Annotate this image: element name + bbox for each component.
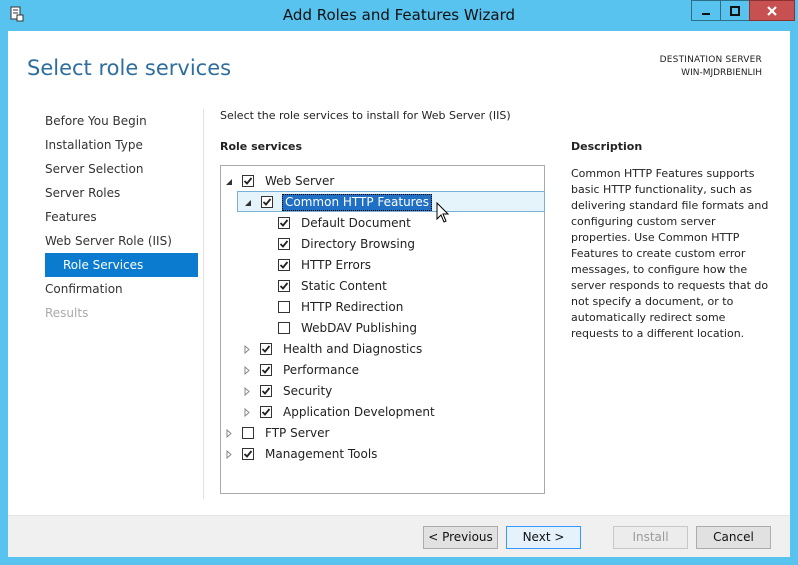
- tree-item-label: Static Content: [301, 279, 387, 293]
- triangle-collapsed-icon[interactable]: [242, 381, 252, 402]
- triangle-expanded-icon[interactable]: [224, 171, 234, 192]
- checkbox[interactable]: [260, 343, 272, 355]
- tree-item-label: Security: [283, 384, 333, 398]
- role-services-heading: Role services: [220, 140, 302, 153]
- destination-server-label: DESTINATION SERVER: [659, 55, 762, 65]
- tree-item-label: Directory Browsing: [301, 237, 415, 251]
- nav-item-before-you-begin[interactable]: Before You Begin: [45, 109, 198, 133]
- checkmark-icon: [279, 240, 289, 248]
- checkbox[interactable]: [242, 427, 254, 439]
- next-button[interactable]: Next >: [506, 526, 581, 549]
- cancel-button[interactable]: Cancel: [696, 526, 771, 549]
- triangle-expanded-icon[interactable]: [243, 192, 253, 213]
- triangle-collapsed-icon[interactable]: [242, 339, 252, 360]
- tree-row[interactable]: Security: [221, 381, 544, 402]
- window-title: Add Roles and Features Wizard: [282, 6, 516, 24]
- tree-row[interactable]: Common HTTP Features: [237, 191, 545, 212]
- page-title: Select role services: [27, 56, 232, 80]
- tree-row[interactable]: Performance: [221, 360, 544, 381]
- description-text: Common HTTP Features supports basic HTTP…: [571, 167, 769, 340]
- checkbox[interactable]: [278, 301, 290, 313]
- tree-row[interactable]: Static Content: [221, 276, 544, 297]
- previous-button[interactable]: < Previous: [423, 526, 498, 549]
- triangle-collapsed-icon[interactable]: [224, 444, 234, 465]
- checkbox[interactable]: [242, 175, 254, 187]
- checkmark-icon: [261, 366, 271, 374]
- nav-item-features[interactable]: Features: [45, 205, 198, 229]
- checkbox[interactable]: [278, 217, 290, 229]
- checkbox[interactable]: [278, 322, 290, 334]
- tree-item-label: Common HTTP Features: [282, 194, 432, 211]
- nav-item-confirmation[interactable]: Confirmation: [45, 277, 198, 301]
- nav-item-server-roles[interactable]: Server Roles: [45, 181, 198, 205]
- checkmark-icon: [279, 261, 289, 269]
- checkmark-icon: [279, 219, 289, 227]
- wizard-nav: Before You Begin Installation Type Serve…: [45, 109, 198, 325]
- close-button[interactable]: [749, 0, 795, 21]
- description-heading: Description: [571, 140, 643, 153]
- minimize-icon: [702, 12, 710, 15]
- checkbox[interactable]: [261, 196, 273, 208]
- role-services-tree[interactable]: Web Server Common HTTP Features Default Do…: [220, 165, 545, 494]
- nav-item-role-services[interactable]: Role Services: [45, 253, 198, 277]
- wizard-footer: < Previous Next > Install Cancel: [8, 516, 790, 557]
- nav-item-web-server-role[interactable]: Web Server Role (IIS): [45, 229, 198, 253]
- instruction-text: Select the role services to install for …: [220, 109, 511, 122]
- nav-item-results: Results: [45, 306, 89, 320]
- tree-item-label: HTTP Redirection: [301, 300, 404, 314]
- checkbox[interactable]: [260, 406, 272, 418]
- mouse-pointer-icon: [436, 201, 450, 227]
- tree-item-label: WebDAV Publishing: [301, 321, 417, 335]
- checkmark-icon: [243, 450, 253, 458]
- maximize-button[interactable]: [720, 0, 750, 21]
- checkbox[interactable]: [242, 448, 254, 460]
- triangle-collapsed-icon[interactable]: [242, 402, 252, 423]
- checkmark-icon: [243, 177, 253, 185]
- tree-row[interactable]: HTTP Redirection: [221, 297, 544, 318]
- checkmark-icon: [262, 198, 272, 206]
- tree-row[interactable]: Management Tools: [221, 444, 544, 465]
- tree-row[interactable]: Web Server: [221, 171, 544, 192]
- tree-row[interactable]: Health and Diagnostics: [221, 339, 544, 360]
- checkmark-icon: [261, 408, 271, 416]
- checkbox[interactable]: [260, 385, 272, 397]
- checkmark-icon: [279, 282, 289, 290]
- tree-row[interactable]: FTP Server: [221, 423, 544, 444]
- minimize-button[interactable]: [691, 0, 721, 21]
- tree-row[interactable]: Default Document: [221, 213, 544, 234]
- triangle-collapsed-icon[interactable]: [224, 423, 234, 444]
- checkbox[interactable]: [278, 259, 290, 271]
- maximize-icon: [730, 5, 740, 16]
- tree-row[interactable]: HTTP Errors: [221, 255, 544, 276]
- nav-item-server-selection[interactable]: Server Selection: [45, 157, 198, 181]
- tree-row[interactable]: Directory Browsing: [221, 234, 544, 255]
- tree-item-label: Application Development: [283, 405, 435, 419]
- tree-row[interactable]: Application Development: [221, 402, 544, 423]
- tree-row[interactable]: WebDAV Publishing: [221, 318, 544, 339]
- checkmark-icon: [261, 345, 271, 353]
- wizard-client-area: Select role services DESTINATION SERVER …: [8, 31, 790, 557]
- nav-item-installation-type[interactable]: Installation Type: [45, 133, 198, 157]
- tree-item-label: Web Server: [265, 174, 335, 188]
- checkbox[interactable]: [278, 280, 290, 292]
- triangle-collapsed-icon[interactable]: [242, 360, 252, 381]
- title-bar: Add Roles and Features Wizard: [0, 0, 798, 31]
- checkbox[interactable]: [260, 364, 272, 376]
- checkbox[interactable]: [278, 238, 290, 250]
- destination-server-value: WIN-MJDRBIENLIH: [681, 68, 762, 78]
- tree-item-label: Default Document: [301, 216, 411, 230]
- tree-item-label: Management Tools: [265, 447, 378, 461]
- tree-item-label: HTTP Errors: [301, 258, 372, 272]
- checkmark-icon: [261, 387, 271, 395]
- tree-item-label: Performance: [283, 363, 360, 377]
- nav-divider: [203, 109, 204, 499]
- tree-item-label: Health and Diagnostics: [283, 342, 423, 356]
- tree-item-label: FTP Server: [265, 426, 330, 440]
- close-icon: [767, 5, 777, 16]
- install-button: Install: [613, 526, 688, 549]
